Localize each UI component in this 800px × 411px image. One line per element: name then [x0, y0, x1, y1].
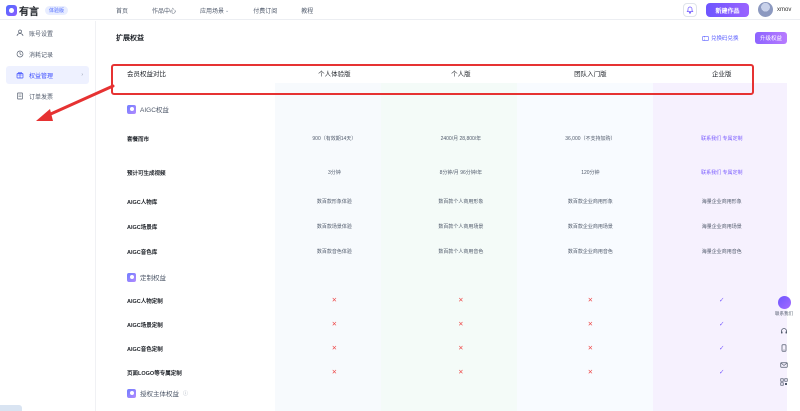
table-row: AIGC人物定制 ✕ ✕ ✕ ✓	[115, 294, 787, 308]
avatar[interactable]	[758, 2, 773, 17]
cross-icon: ✕	[331, 296, 338, 304]
aigc-icon	[127, 104, 136, 114]
sidebar-item-benefits[interactable]: 权益管理 ›	[6, 66, 89, 84]
top-bar: 有言 体验版 首页 作品中心 应用场景 ⌄ 付费订阅 教程 新建作品 xmov	[0, 0, 800, 20]
nav-works[interactable]: 作品中心	[152, 6, 176, 15]
check-icon: ✓	[719, 344, 725, 352]
table-row: 预计可生成视频 3分钟 8分钟/月 96分钟/年 120分钟 联系我们 专属定制	[115, 164, 787, 182]
redeem-code-link[interactable]: 兑换码兑换	[702, 34, 739, 42]
section-custom: 定制权益	[127, 272, 166, 282]
authorization-icon	[127, 388, 136, 398]
main-content: 扩展权益 兑换码兑换 升级权益 会员权益对比 个人体验版 个人版 团队入门版 企…	[97, 21, 800, 411]
table-row: AIGC人物库 数百款形象体验 数百款个人商用形象 数百款企业商用形象 海量企业…	[127, 198, 742, 206]
headset-icon	[781, 328, 787, 334]
sidebar-item-label: 权益管理	[29, 73, 54, 80]
nav-subscription[interactable]: 付费订阅	[253, 6, 277, 15]
clock-icon	[16, 50, 24, 58]
comparison-header-row: 会员权益对比 个人体验版 个人版 团队入门版 企业版	[115, 63, 787, 83]
info-icon[interactable]: ⓘ	[183, 390, 188, 397]
cross-icon: ✕	[331, 320, 338, 328]
cross-icon: ✕	[587, 344, 594, 352]
corner-tag	[0, 405, 22, 411]
chevron-right-icon: ›	[81, 72, 83, 78]
sidebar-item-invoice[interactable]: 订单发票	[6, 87, 89, 105]
contact-us-widget[interactable]: 联系我们	[772, 296, 796, 322]
cross-icon: ✕	[587, 296, 594, 304]
cross-icon: ✕	[331, 344, 338, 352]
brand-name: 有言	[19, 7, 39, 18]
invoice-icon	[17, 92, 23, 100]
contact-custom-link[interactable]: 联系我们 专属定制	[657, 170, 787, 176]
check-icon: ✓	[719, 368, 725, 376]
cross-icon: ✕	[331, 368, 338, 376]
sidebar-item-label: 消耗记录	[29, 52, 54, 59]
contact-bot-icon	[777, 296, 791, 309]
section-authorization: 授权主体权益 ⓘ	[127, 388, 188, 398]
chevron-down-icon: ⌄	[225, 7, 230, 14]
logo[interactable]: 有言 体验版	[6, 3, 69, 18]
upgrade-button[interactable]: 升级权益	[755, 32, 787, 44]
notification-button[interactable]	[683, 3, 697, 17]
cross-icon: ✕	[587, 368, 594, 376]
main-nav: 首页 作品中心 应用场景 ⌄ 付费订阅 教程	[116, 6, 313, 16]
cross-icon: ✕	[458, 320, 464, 328]
header-team: 团队入门版	[574, 71, 607, 78]
bell-icon	[686, 6, 694, 14]
username[interactable]: xmov	[777, 7, 791, 13]
qrcode-button[interactable]	[780, 378, 788, 386]
logo-icon	[6, 5, 17, 16]
nav-home[interactable]: 首页	[116, 6, 128, 15]
table-row: 页面LOGO等专属定制 ✕ ✕ ✕ ✓	[115, 366, 787, 380]
sidebar-item-label: 账号设置	[29, 31, 54, 38]
create-work-button[interactable]: 新建作品	[706, 3, 749, 17]
table-row: AIGC音色定制 ✕ ✕ ✕ ✓	[115, 342, 787, 356]
cross-icon: ✕	[458, 296, 464, 304]
benefits-icon	[16, 72, 24, 79]
nav-tutorial[interactable]: 教程	[301, 6, 313, 15]
sidebar-item-usage[interactable]: 消耗记录	[6, 45, 89, 63]
header-enterprise: 企业版	[712, 71, 732, 78]
sidebar-item-label: 订单发票	[29, 94, 54, 101]
table-row: AIGC场景库 数百款场景体验 数百款个人商用场景 数百款企业商用场景 海量企业…	[127, 223, 742, 231]
nav-scenarios[interactable]: 应用场景 ⌄	[200, 6, 230, 16]
phone-button[interactable]	[780, 344, 788, 352]
header-trial: 个人体验版	[318, 71, 351, 78]
mail-button[interactable]	[780, 361, 788, 369]
headset-button[interactable]	[780, 327, 788, 335]
table-row: AIGC场景定制 ✕ ✕ ✕ ✓	[115, 318, 787, 332]
float-toolbar	[776, 327, 792, 386]
section-aigc: AIGC权益	[127, 104, 169, 114]
header-benefits-comparison: 会员权益对比	[127, 71, 166, 78]
edition-badge: 体验版	[45, 6, 69, 15]
qrcode-icon	[780, 378, 788, 386]
custom-icon	[127, 272, 136, 282]
user-icon	[16, 29, 24, 37]
mail-icon	[780, 362, 788, 368]
table-row: 套餐而市 900（有效期14天） 2400/月 28,800/年 36,000（…	[115, 130, 787, 148]
check-icon: ✓	[719, 296, 725, 304]
cross-icon: ✕	[458, 344, 464, 352]
ticket-icon	[702, 35, 709, 41]
cross-icon: ✕	[587, 320, 594, 328]
page-title: 扩展权益	[116, 35, 144, 42]
contact-custom-link[interactable]: 联系我们 专属定制	[657, 136, 787, 142]
cross-icon: ✕	[458, 368, 464, 376]
header-personal: 个人版	[451, 71, 471, 78]
sidebar-item-account[interactable]: 账号设置	[6, 24, 89, 42]
check-icon: ✓	[719, 320, 725, 328]
sidebar: 账号设置 消耗记录 权益管理 › 订单发票	[0, 21, 96, 411]
phone-icon	[781, 344, 787, 352]
table-row: AIGC音色库 数百款音色体验 数百款个人商用音色 数百款企业商用音色 海量企业…	[127, 248, 742, 256]
